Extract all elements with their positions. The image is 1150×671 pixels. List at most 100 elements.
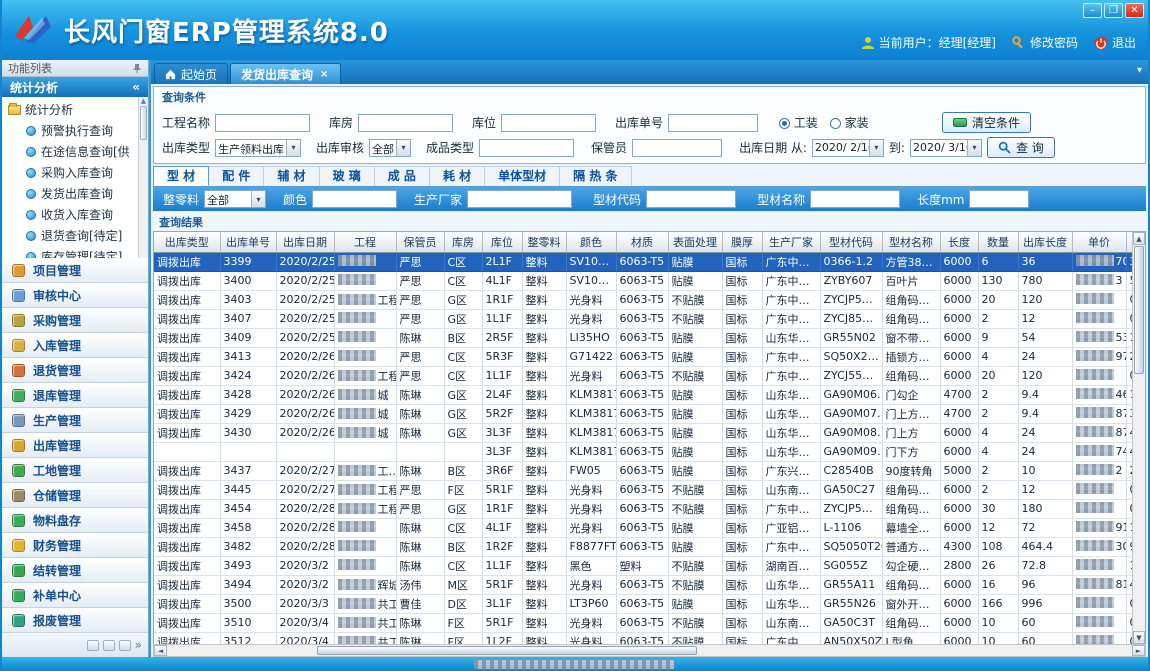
product-type-input[interactable] [479,139,574,157]
search-button[interactable]: 查 询 [987,137,1055,158]
scrollbar-thumb[interactable] [317,646,697,655]
horizontal-scrollbar[interactable]: ◄ ► [153,644,1146,657]
tree-item[interactable]: 在途信息查询[供 [8,141,148,162]
column-header[interactable]: 表面处理 [668,232,722,252]
chevron-down-icon[interactable]: ▾ [251,191,265,207]
scrollbar-thumb[interactable] [140,106,147,140]
table-row[interactable]: 调拨出库34372020/2/27工…陈琳B区3R6F整料FW056063-T5… [154,461,1132,480]
column-header[interactable]: 数量 [978,232,1018,252]
close-button[interactable]: ✕ [1125,3,1144,18]
table-row[interactable]: 调拨出库34292020/2/26城陈琳G区5R2F整料KLM38176063-… [154,404,1132,423]
outbound-type-select[interactable]: 生产领料出库 ▾ [215,139,301,157]
vertical-scrollbar[interactable]: ▲ ▼ [1132,232,1145,644]
sidebar-item-项目管理[interactable]: 项目管理 [2,258,148,283]
order-no-input[interactable] [668,114,758,132]
manufacturer-input[interactable] [467,190,572,208]
radio-jiazhuang[interactable] [830,118,841,129]
scroll-up-icon[interactable]: ▲ [1133,232,1145,245]
table-row[interactable]: 调拨出库35122020/3/4共工程陈琳F区1L2F整料光身料6063-T5不… [154,632,1132,644]
logout-button[interactable]: 退出 [1094,34,1136,51]
material-tab[interactable]: 玻 璃 [320,166,375,186]
chevron-down-icon[interactable]: ▾ [967,140,981,156]
whole-piece-select[interactable]: 全部 ▾ [204,190,266,208]
tab-shipping-outbound-query[interactable]: 发货出库查询 × [230,63,341,84]
warehouse-input[interactable] [358,114,453,132]
tree-scrollbar[interactable]: ▲ [138,97,148,258]
material-tab[interactable]: 单体型材 [485,166,560,186]
scroll-down-icon[interactable]: ▼ [1133,631,1145,644]
tree-root-statistics[interactable]: 统计分析 [8,99,148,120]
sidebar-item-出库管理[interactable]: 出库管理 [2,433,148,458]
column-header[interactable]: 生产厂家 [762,232,820,252]
radio-gongzhuang[interactable] [779,118,790,129]
column-header[interactable]: 型材名称 [882,232,940,252]
sidebar-item-报废管理[interactable]: 报废管理 [2,608,148,633]
scrollbar-thumb[interactable] [1134,246,1144,374]
chevron-down-icon[interactable]: ▾ [396,140,410,156]
pin-icon[interactable] [132,63,142,73]
table-row[interactable]: 3L3F整料KLM38176063-T5贴膜国标山东华…GA90M09…门下方6… [154,442,1132,461]
column-header[interactable]: 保管员 [396,232,444,252]
date-to-picker[interactable]: 2020/ 3/16 ▾ [910,139,982,157]
material-tab[interactable]: 型 材 [153,166,209,186]
scroll-left-icon[interactable]: ◄ [154,645,167,656]
table-row[interactable]: 调拨出库34242020/2/26工程严思C区1L1F整料光身料6063-T5不… [154,366,1132,385]
column-header[interactable]: 膜厚 [722,232,762,252]
column-header[interactable]: 出库日期 [276,232,334,252]
column-header[interactable]: 材质 [616,232,668,252]
outbound-audit-select[interactable]: 全部 ▾ [369,139,411,157]
tree-item[interactable]: 发货出库查询 [8,183,148,204]
maximize-button[interactable]: ❐ [1104,3,1123,18]
sidebar-group-statistics[interactable]: 统计分析 « [2,77,148,97]
sidebar-item-仓储管理[interactable]: 仓储管理 [2,483,148,508]
chevron-down-icon[interactable]: ▾ [286,140,300,156]
column-header[interactable]: 型材代码 [820,232,882,252]
length-input[interactable] [969,190,1029,208]
table-row[interactable]: 调拨出库34302020/2/26城陈琳G区3L3F整料KLM38176063-… [154,423,1132,442]
tree-item[interactable]: 预警执行查询 [8,120,148,141]
sidebar-item-采购管理[interactable]: 采购管理 [2,308,148,333]
mini-save-icon[interactable] [103,640,115,651]
collapse-icon[interactable]: « [132,80,140,94]
sidebar-item-审核中心[interactable]: 审核中心 [2,283,148,308]
material-tab[interactable]: 隔 热 条 [560,166,631,186]
chevron-down-icon[interactable]: ▾ [869,140,883,156]
table-row[interactable]: 调拨出库34002020/2/25严思C区4L1F整料SV10…6063-T5贴… [154,271,1132,290]
column-header[interactable]: 颜色 [566,232,616,252]
keeper-input[interactable] [632,139,722,157]
table-row[interactable]: 调拨出库34032020/2/25工程严思G区1R1F整料光身料6063-T5不… [154,290,1132,309]
table-row[interactable]: 调拨出库34092020/2/25陈琳B区2R5F整料LI35HO6063-T5… [154,328,1132,347]
tab-home[interactable]: 起始页 [154,63,228,84]
tab-overflow-icon[interactable]: ▾ [1137,65,1142,76]
table-row[interactable]: 调拨出库34452020/2/27工程严思F区5R1F整料光身料6063-T5不… [154,480,1132,499]
column-header[interactable]: 库位 [482,232,522,252]
sidebar-item-退货管理[interactable]: 退货管理 [2,358,148,383]
table-row[interactable]: 调拨出库34932020/3/2陈琳C区1L1F整料黑色塑料不贴膜国标湖南百…S… [154,556,1132,575]
table-row[interactable]: 调拨出库34072020/2/25严思G区1L1F整料光身料6063-T5不贴膜… [154,309,1132,328]
sidebar-item-财务管理[interactable]: 财务管理 [2,533,148,558]
table-row[interactable]: 调拨出库35102020/3/4共工程陈琳F区5R1F整料光身料6063-T5不… [154,613,1132,632]
tab-close-icon[interactable]: × [318,69,330,80]
footer-chevron-icon[interactable]: » [135,638,142,652]
table-row[interactable]: 调拨出库34582020/2/28陈琳C区4L1F整料光身料6063-T5贴膜国… [154,518,1132,537]
material-tab[interactable]: 耗 材 [430,166,485,186]
table-row[interactable]: 调拨出库35002020/3/3共工程曹佳D区3L1F整料LT3P606063-… [154,594,1132,613]
location-input[interactable] [501,114,596,132]
column-header[interactable]: 整零料 [522,232,566,252]
material-tab[interactable]: 成 品 [375,166,430,186]
material-tab[interactable]: 配 件 [209,166,264,186]
color-input[interactable] [312,190,397,208]
profile-name-input[interactable] [810,190,900,208]
profile-code-input[interactable] [646,190,736,208]
tree-item[interactable]: 采购入库查询 [8,162,148,183]
column-header[interactable]: 单价 [1072,232,1126,252]
table-row[interactable]: 调拨出库34942020/3/2辉城汤伟M区5R1F整料光身料6063-T5不贴… [154,575,1132,594]
table-row[interactable]: 调拨出库34282020/2/26城陈琳G区2L4F整料KLM38176063-… [154,385,1132,404]
table-row[interactable]: 调拨出库34542020/2/28工程严思G区1R1F整料光身料6063-T5不… [154,499,1132,518]
minimize-button[interactable]: – [1083,3,1102,18]
project-name-input[interactable] [215,114,310,132]
mini-doc-icon[interactable] [119,640,131,651]
tree-item[interactable]: 退货查询[待定] [8,225,148,246]
material-tab[interactable]: 辅 材 [264,166,319,186]
column-header[interactable]: 出库长度 [1018,232,1072,252]
